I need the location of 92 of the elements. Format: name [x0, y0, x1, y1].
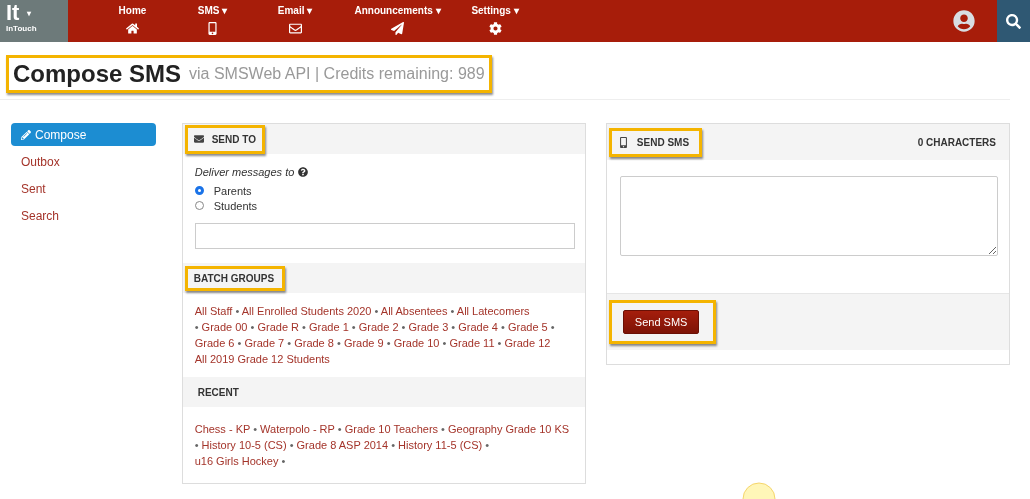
group-link[interactable]: Grade 10: [393, 337, 440, 349]
character-count: 0 CHARACTERS: [917, 136, 996, 148]
separator-dot: •: [501, 321, 505, 333]
separator-dot: •: [401, 321, 406, 333]
separator-dot: •: [336, 337, 341, 349]
home-icon: [126, 22, 139, 35]
group-link[interactable]: Grade 00: [201, 321, 248, 333]
caret-icon: ▾: [27, 8, 32, 18]
separator-dot: •: [289, 439, 294, 451]
separator-dot: •: [287, 337, 292, 349]
nav-item[interactable]: Home: [90, 0, 175, 42]
separator-dot: •: [351, 321, 356, 333]
group-link[interactable]: Grade R: [257, 321, 300, 333]
separator-dot: •: [497, 337, 502, 349]
logo[interactable]: It ▾ InTouch: [0, 0, 68, 42]
group-link[interactable]: Grade 5: [507, 321, 548, 333]
separator-dot: •: [442, 337, 447, 349]
separator-dot: •: [485, 439, 490, 451]
group-link[interactable]: All Enrolled Students 2020: [241, 305, 372, 317]
separator-dot: •: [374, 305, 379, 317]
cursor-highlight-icon: [742, 482, 776, 499]
phone-icon: [617, 136, 629, 148]
nav-item[interactable]: Settings ▾: [455, 0, 535, 42]
group-link[interactable]: All Absentees: [380, 305, 448, 317]
separator-dot: •: [451, 321, 456, 333]
group-link[interactable]: Grade 1: [309, 321, 349, 333]
sidebar-item[interactable]: Sent: [11, 177, 156, 200]
logo-mark: It: [6, 2, 20, 24]
envelope-icon: [193, 134, 204, 144]
recent-link[interactable]: Waterpolo - RP: [260, 423, 335, 435]
section-title: BATCH GROUPS: [193, 272, 275, 284]
separator-dot: •: [253, 423, 258, 435]
help-icon[interactable]: [298, 167, 309, 177]
group-link[interactable]: All 2019 Grade 12 Students: [194, 353, 330, 365]
group-link[interactable]: Grade 6: [194, 337, 235, 349]
gear-icon: [488, 22, 502, 35]
sidebar-item[interactable]: Compose: [11, 123, 156, 146]
separator-dot: •: [386, 337, 391, 349]
nav-item[interactable]: Email ▾: [250, 0, 340, 42]
group-link[interactable]: Grade 7: [244, 337, 285, 349]
prompt-text: Deliver messages to: [194, 166, 295, 178]
separator-dot: •: [302, 321, 306, 333]
page-title: Compose SMS: [13, 60, 182, 88]
send-sms-button[interactable]: Send SMS: [622, 310, 700, 334]
nav-item[interactable]: Announcements ▾: [340, 0, 455, 42]
section-title: RECENT: [196, 386, 239, 398]
sidebar-item[interactable]: Search: [11, 204, 156, 227]
recent-link[interactable]: History 11-5 (CS): [398, 439, 483, 451]
radio-label: Students: [213, 199, 258, 212]
group-link[interactable]: Grade 4: [458, 321, 498, 333]
group-link[interactable]: Grade 11: [449, 337, 495, 349]
separator-dot: •: [235, 305, 240, 317]
search-button[interactable]: [997, 0, 1030, 42]
envelope-icon: [288, 22, 302, 35]
recent-link[interactable]: Grade 10 Teachers: [344, 423, 439, 435]
separator-dot: •: [194, 321, 199, 333]
separator-dot: •: [281, 455, 286, 467]
section-title: SEND TO: [211, 133, 256, 145]
radio-button[interactable]: [194, 186, 204, 195]
group-link[interactable]: Grade 8: [294, 337, 334, 349]
separator-dot: •: [391, 439, 396, 451]
page-subtitle: via SMSWeb API | Credits remaining: 989: [189, 65, 485, 83]
phone-icon: [206, 22, 219, 35]
section-title: SEND SMS: [636, 136, 690, 148]
separator-dot: •: [237, 337, 242, 349]
group-link[interactable]: Grade 12: [504, 337, 551, 349]
recent-link[interactable]: Grade 8 ASP 2014: [296, 439, 389, 451]
sidebar-item[interactable]: Outbox: [11, 150, 156, 173]
group-link[interactable]: Grade 2: [358, 321, 399, 333]
recent-link[interactable]: u16 Girls Hockey: [194, 455, 279, 467]
separator-dot: •: [550, 321, 555, 333]
separator-dot: •: [250, 321, 255, 333]
pencil-icon: [21, 129, 31, 140]
separator-dot: •: [450, 305, 455, 317]
recent-link[interactable]: History 10-5 (CS): [201, 439, 287, 451]
group-link[interactable]: Grade 3: [408, 321, 449, 333]
group-link[interactable]: Grade 9: [343, 337, 384, 349]
logo-name: InTouch: [6, 24, 38, 33]
search-icon: [1006, 13, 1021, 29]
nav-item[interactable]: SMS ▾: [175, 0, 250, 42]
paper-plane-icon: [391, 22, 404, 35]
recipient-field[interactable]: [194, 223, 575, 249]
message-field[interactable]: [619, 176, 998, 256]
recent-link[interactable]: Geography Grade 10 KS: [448, 423, 570, 435]
separator-dot: •: [441, 423, 445, 435]
group-link[interactable]: All Latecomers: [456, 305, 530, 317]
recent-link[interactable]: Chess - KP: [194, 423, 251, 435]
separator-dot: •: [337, 423, 342, 435]
separator-dot: •: [194, 439, 199, 451]
radio-button[interactable]: [194, 201, 204, 210]
group-link[interactable]: All Staff: [194, 305, 233, 317]
radio-label: Parents: [213, 184, 252, 197]
